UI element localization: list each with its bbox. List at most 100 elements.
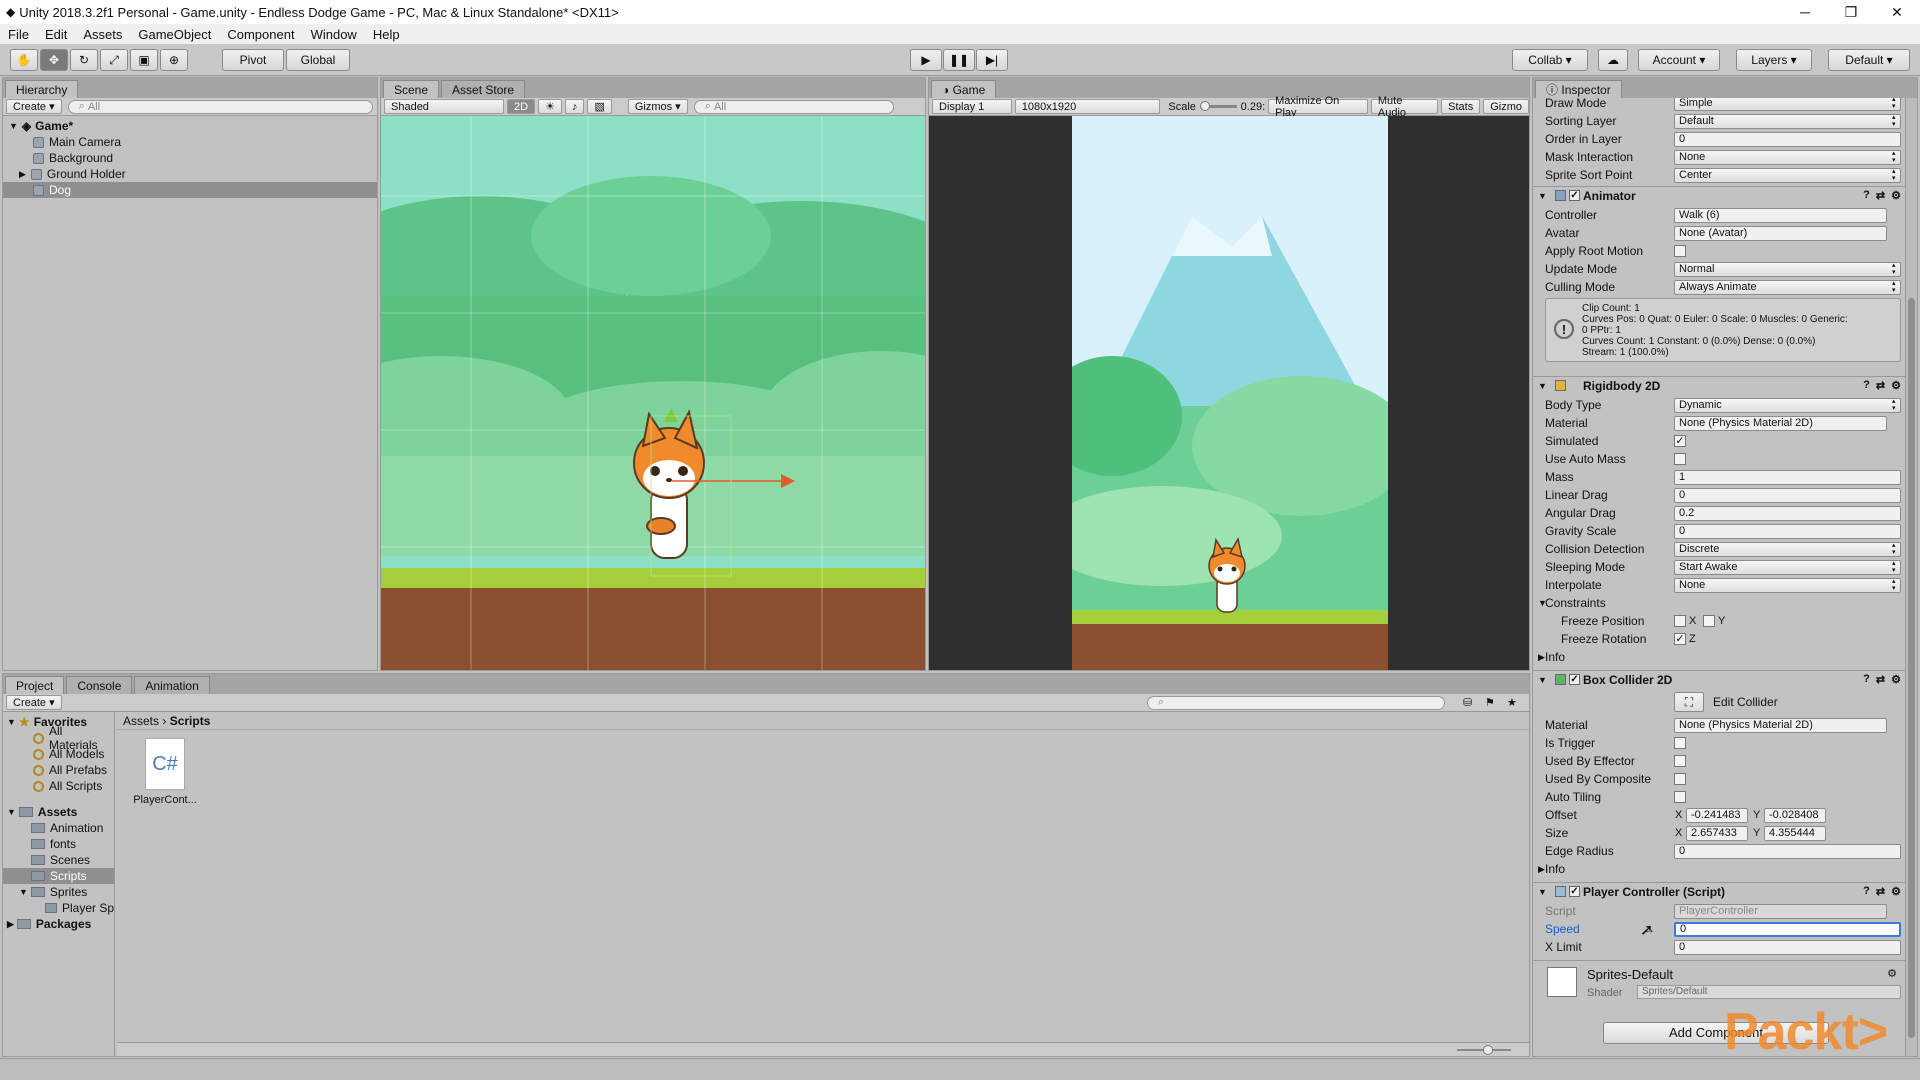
hierarchy-item-dog[interactable]: Dog <box>3 182 377 198</box>
bc-material-field[interactable]: None (Physics Material 2D) <box>1674 717 1887 733</box>
game-viewport[interactable] <box>1072 116 1388 670</box>
fold-arrow-icon[interactable]: ▶ <box>1538 652 1545 663</box>
fold-arrow-icon[interactable]: ▼ <box>1538 381 1547 391</box>
rect-tool-icon[interactable]: ▣ <box>130 49 158 71</box>
account-dropdown[interactable]: Account ▾ <box>1638 49 1720 71</box>
box-collider-enabled-checkbox[interactable]: ✓ <box>1569 674 1580 685</box>
collision-detection-dropdown[interactable]: Discrete <box>1674 541 1901 557</box>
player-controller-header[interactable]: ▼ ✓ Player Controller (Script)? ⇄ ⚙ <box>1533 882 1905 900</box>
rb-info-row[interactable]: ▶ Info <box>1533 648 1905 666</box>
bc-info-row[interactable]: ▶ Info <box>1533 860 1905 878</box>
freeze-y-checkbox[interactable] <box>1703 615 1715 627</box>
layout-dropdown[interactable]: Default ▾ <box>1828 49 1910 71</box>
edit-collider-button[interactable]: ⛶ <box>1674 692 1704 712</box>
expand-arrow-icon[interactable]: ▼ <box>9 121 18 131</box>
simulated-checkbox[interactable]: ✓ <box>1674 435 1686 447</box>
mute-audio-toggle[interactable]: Mute Audio <box>1370 95 1439 119</box>
global-button[interactable]: Global <box>286 49 350 71</box>
size-y-field[interactable]: 4.355444 <box>1764 825 1826 841</box>
draw-mode-dropdown[interactable]: Simple <box>1674 98 1901 111</box>
sleeping-mode-dropdown[interactable]: Start Awake <box>1674 559 1901 575</box>
menu-edit[interactable]: Edit <box>37 27 75 42</box>
minimize-button[interactable]: ─ <box>1782 0 1828 24</box>
controller-field[interactable]: Walk (6) <box>1674 207 1887 223</box>
fold-arrow-icon[interactable]: ▼ <box>1538 191 1547 201</box>
audio-toggle-icon[interactable]: ♪ <box>564 99 585 114</box>
preset-icon[interactable]: ⇄ <box>1876 189 1885 202</box>
gear-icon[interactable]: ⚙ <box>1891 885 1901 898</box>
expand-arrow-icon[interactable]: ▼ <box>7 807 16 817</box>
project-search-input[interactable]: ⌕ <box>1147 695 1445 710</box>
folder-fonts[interactable]: fonts <box>3 836 114 852</box>
favorite-all-prefabs[interactable]: All Prefabs <box>3 762 114 778</box>
tab-animation[interactable]: Animation <box>134 676 210 694</box>
animator-enabled-checkbox[interactable]: ✓ <box>1569 190 1580 201</box>
scene-search-input[interactable]: ⌕ All <box>693 99 894 114</box>
icon-size-slider[interactable] <box>1457 1045 1511 1055</box>
menu-window[interactable]: Window <box>303 27 365 42</box>
tab-inspector[interactable]: ⓘ Inspector <box>1535 80 1622 98</box>
fold-arrow-icon[interactable]: ▼ <box>1538 887 1547 897</box>
rb-material-field[interactable]: None (Physics Material 2D) <box>1674 415 1887 431</box>
order-in-layer-field[interactable]: 0 <box>1674 131 1901 147</box>
expand-arrow-icon[interactable]: ▼ <box>19 887 28 897</box>
inspector-scrollbar[interactable] <box>1905 98 1917 1056</box>
asset-player-controller[interactable]: C# PlayerCont... <box>133 738 197 828</box>
cloud-icon[interactable]: ☁ <box>1598 49 1628 71</box>
resolution-dropdown[interactable]: 1080x1920 <box>1014 99 1161 114</box>
freeze-x-checkbox[interactable] <box>1674 615 1686 627</box>
assets-row[interactable]: ▼ Assets <box>3 804 114 820</box>
speed-field[interactable]: 0 <box>1674 921 1901 937</box>
stats-toggle[interactable]: Stats <box>1441 99 1481 114</box>
menu-file[interactable]: File <box>0 27 37 42</box>
filter-type-icon[interactable]: ⛁ <box>1463 696 1472 709</box>
x-limit-field[interactable]: 0 <box>1674 939 1901 955</box>
project-create-button[interactable]: Create ▾ <box>6 695 62 710</box>
player-controller-enabled-checkbox[interactable]: ✓ <box>1569 886 1580 897</box>
play-button[interactable]: ▶ <box>910 49 942 71</box>
edge-radius-field[interactable]: 0 <box>1674 843 1901 859</box>
help-icon[interactable]: ? <box>1863 673 1870 686</box>
menu-assets[interactable]: Assets <box>75 27 130 42</box>
sprite-sort-point-dropdown[interactable]: Center <box>1674 167 1901 183</box>
fold-arrow-icon[interactable]: ▼ <box>1538 675 1547 685</box>
menu-help[interactable]: Help <box>365 27 408 42</box>
angular-drag-field[interactable]: 0.2 <box>1674 505 1901 521</box>
auto-mass-checkbox[interactable] <box>1674 453 1686 465</box>
effects-toggle-icon[interactable]: ▧ <box>587 99 612 114</box>
preset-icon[interactable]: ⇄ <box>1876 673 1885 686</box>
material-preview[interactable] <box>1547 967 1577 997</box>
mass-field[interactable]: 1 <box>1674 469 1901 485</box>
hierarchy-item-main-camera[interactable]: Main Camera <box>3 134 377 150</box>
preset-icon[interactable]: ⇄ <box>1876 379 1885 392</box>
folder-animation[interactable]: Animation <box>3 820 114 836</box>
box-collider-header[interactable]: ▼ ✓ Box Collider 2D? ⇄ ⚙ <box>1533 670 1905 688</box>
pivot-button[interactable]: Pivot <box>222 49 284 71</box>
sorting-layer-dropdown[interactable]: Default <box>1674 113 1901 129</box>
linear-drag-field[interactable]: 0 <box>1674 487 1901 503</box>
folder-player-sprites[interactable]: Player Sp <box>3 900 114 916</box>
help-icon[interactable]: ? <box>1863 885 1870 898</box>
freeze-z-checkbox[interactable]: ✓ <box>1674 633 1686 645</box>
rigidbody-header[interactable]: ▼ Rigidbody 2D? ⇄ ⚙ <box>1533 376 1905 394</box>
expand-arrow-icon[interactable]: ▶ <box>7 919 14 930</box>
mask-interaction-dropdown[interactable]: None <box>1674 149 1901 165</box>
tab-hierarchy[interactable]: Hierarchy <box>5 80 79 98</box>
help-icon[interactable]: ? <box>1863 189 1870 202</box>
hierarchy-item-ground-holder[interactable]: ▶ Ground Holder <box>3 166 377 182</box>
folder-sprites[interactable]: ▼ Sprites <box>3 884 114 900</box>
shader-dropdown[interactable]: Sprites/Default <box>1637 985 1901 999</box>
packages-row[interactable]: ▶ Packages <box>3 916 114 932</box>
scale-tool-icon[interactable]: ⤢ <box>100 49 128 71</box>
expand-arrow-icon[interactable]: ▼ <box>7 717 16 727</box>
used-by-composite-checkbox[interactable] <box>1674 773 1686 785</box>
transform-tool-icon[interactable]: ⊕ <box>160 49 188 71</box>
is-trigger-checkbox[interactable] <box>1674 737 1686 749</box>
scale-slider[interactable] <box>1199 101 1237 111</box>
maximize-button[interactable]: ❐ <box>1828 0 1874 24</box>
breadcrumb-scripts[interactable]: Scripts <box>170 714 211 728</box>
animator-header[interactable]: ▼ ✓ Animator? ⇄ ⚙ <box>1533 186 1905 204</box>
pause-button[interactable]: ❚❚ <box>943 49 975 71</box>
close-button[interactable]: ✕ <box>1874 0 1920 24</box>
tab-project[interactable]: Project <box>5 676 65 694</box>
